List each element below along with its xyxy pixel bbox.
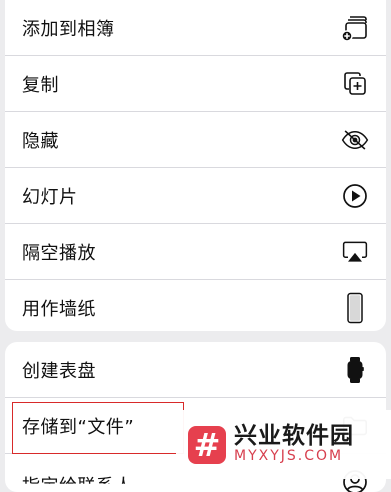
eye-slash-icon: [341, 126, 369, 154]
watermark-logo: #: [188, 425, 226, 464]
menu-item-label: 幻灯片: [22, 186, 78, 208]
menu-item-airplay[interactable]: 隔空播放: [5, 224, 386, 280]
menu-item-hide[interactable]: 隐藏: [5, 112, 386, 168]
menu-item-slideshow[interactable]: 幻灯片: [5, 168, 386, 224]
menu-item-use-as-wallpaper[interactable]: 用作墙纸: [5, 280, 386, 331]
watermark-subtitle: MYXYJS.COM: [234, 448, 344, 465]
play-circle-icon: [341, 182, 369, 210]
watermark-text: 兴业软件园 MYXYJS.COM: [234, 423, 354, 465]
watermark-title: 兴业软件园: [234, 423, 354, 450]
menu-item-create-watch-face[interactable]: 创建表盘: [5, 342, 386, 398]
menu-item-label: 用作墙纸: [22, 299, 96, 320]
add-to-album-icon: [341, 14, 369, 42]
menu-item-label: 指定给联系人: [22, 476, 133, 492]
menu-item-add-to-album[interactable]: 添加到相簿: [5, 0, 386, 56]
airplay-icon: [341, 238, 369, 266]
duplicate-icon: [341, 70, 369, 98]
site-watermark: # 兴业软件园 MYXYJS.COM: [176, 410, 391, 479]
menu-item-label: 创建表盘: [22, 360, 96, 382]
menu-item-label: 隐藏: [22, 130, 59, 152]
menu-item-label: 隔空播放: [22, 242, 96, 264]
menu-item-label: 存储到“文件”: [22, 416, 135, 438]
menu-item-duplicate[interactable]: 复制: [5, 56, 386, 112]
watch-icon: [341, 356, 369, 384]
action-menu-group-1: 添加到相簿 复制 隐藏 幻灯片 隔空播放 用作墙纸: [5, 0, 386, 331]
menu-item-label: 复制: [22, 74, 59, 96]
menu-item-label: 添加到相簿: [22, 18, 115, 40]
iphone-icon: [341, 292, 369, 324]
